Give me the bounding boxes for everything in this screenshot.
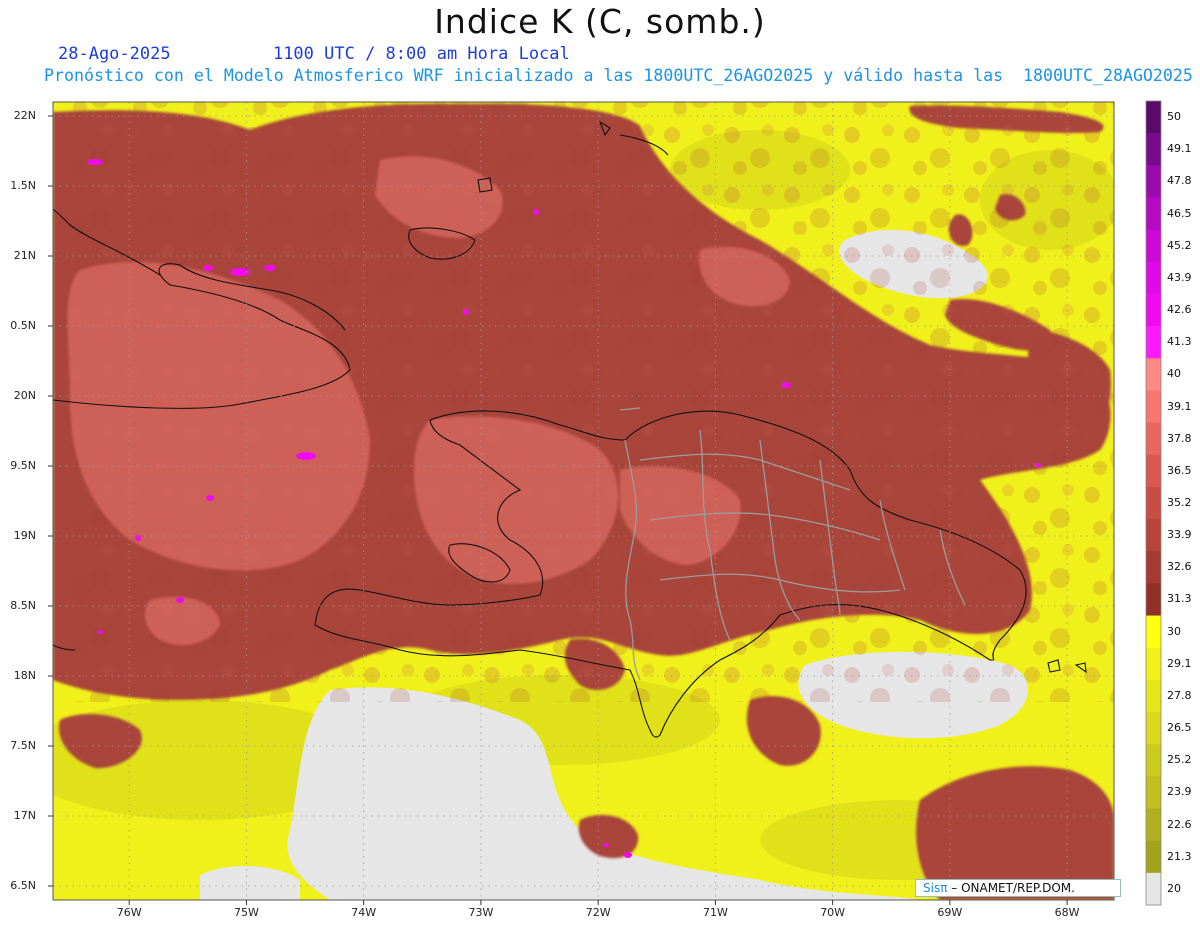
colorbar-swatch: [1146, 390, 1161, 424]
colorbar-label: 27.8: [1167, 688, 1192, 702]
lon-label: 69W: [937, 906, 963, 919]
lon-label: 71W: [702, 906, 728, 919]
colorbar-swatch: [1146, 551, 1161, 584]
lat-label: 1.5N: [10, 179, 36, 192]
colorbar-label: 33.9: [1167, 528, 1192, 542]
colorbar-swatch: [1146, 293, 1161, 327]
colorbar-label: 39.1: [1167, 399, 1192, 413]
lat-label: 17N: [13, 809, 36, 822]
colorbar-label: 31.3: [1167, 592, 1192, 606]
colorbar-swatch: [1146, 840, 1161, 874]
colorbar-label: 35.2: [1167, 496, 1192, 509]
colorbar-label: 49.1: [1167, 142, 1192, 156]
colorbar-label: 46.5: [1167, 206, 1192, 220]
colorbar-swatch: [1146, 133, 1161, 166]
colorbar-label: 21.3: [1167, 849, 1192, 863]
lon-label: 76W: [116, 906, 142, 919]
colorbar-swatch: [1146, 712, 1161, 745]
credit-badge: Sisπ – ONAMET/REP.DOM.: [915, 879, 1121, 897]
lat-label: 21N: [13, 249, 36, 262]
lon-label: 72W: [585, 906, 611, 919]
colorbar-swatch: [1146, 519, 1161, 552]
lon-label: 70W: [820, 906, 846, 919]
colorbar-label: 40: [1167, 367, 1181, 381]
colorbar-swatch: [1146, 808, 1161, 842]
colorbar-label: 37.8: [1167, 431, 1192, 445]
colorbar-swatch: [1146, 647, 1161, 681]
lon-label: 74W: [351, 906, 377, 919]
colorbar-swatch: [1146, 197, 1161, 231]
lat-label: 22N: [13, 109, 36, 122]
colorbar-swatch: [1146, 872, 1161, 906]
lat-label: 6.5N: [10, 879, 36, 892]
colorbar-swatch: [1146, 261, 1161, 295]
lon-label: 75W: [234, 906, 259, 919]
colorbar-swatch: [1146, 358, 1161, 391]
k-index-map: [48, 100, 1162, 906]
colorbar-label: 50: [1167, 110, 1181, 124]
lon-label: 68W: [1054, 906, 1080, 919]
lat-label: 18N: [13, 669, 36, 682]
colorbar-label: 45.2: [1167, 238, 1192, 252]
colorbar: [1145, 100, 1162, 906]
colorbar-label: 26.5: [1167, 721, 1192, 735]
colorbar-swatch: [1146, 744, 1161, 777]
colorbar-label: 25.2: [1167, 753, 1192, 767]
colorbar-label: 43.9: [1167, 270, 1192, 284]
colorbar-label: 42.6: [1167, 303, 1192, 317]
lon-label: 73W: [468, 906, 494, 919]
colorbar-swatch: [1146, 454, 1161, 488]
colorbar-label: 30: [1167, 624, 1181, 638]
lat-label: 9.5N: [10, 459, 36, 472]
colorbar-swatch: [1146, 229, 1161, 263]
colorbar-label: 47.8: [1167, 174, 1192, 188]
lat-label: 20N: [13, 389, 36, 402]
colorbar-label: 22.6: [1167, 817, 1192, 831]
lat-label: 8.5N: [10, 599, 36, 612]
colorbar-label: 36.5: [1167, 463, 1192, 477]
colorbar-swatch: [1146, 583, 1161, 617]
colorbar-swatch: [1146, 165, 1161, 198]
colorbar-swatch: [1146, 615, 1161, 649]
lat-label: 7.5N: [10, 739, 36, 752]
colorbar-label: 41.3: [1167, 335, 1192, 349]
colorbar-label: 20: [1167, 881, 1181, 895]
colorbar-swatch: [1146, 326, 1161, 359]
credit-text: – ONAMET/REP.DOM.: [947, 881, 1075, 895]
colorbar-swatch: [1146, 679, 1161, 713]
colorbar-swatch: [1146, 776, 1161, 810]
colorbar-label: 32.6: [1167, 560, 1192, 574]
colorbar-swatch: [1146, 422, 1161, 456]
colorbar-label: 29.1: [1167, 656, 1192, 670]
colorbar-swatch: [1146, 101, 1161, 134]
colorbar-swatch: [1146, 486, 1161, 520]
colorbar-label: 23.9: [1167, 785, 1192, 799]
credit-brand: Sisπ: [923, 881, 948, 895]
lat-label: 0.5N: [10, 319, 36, 332]
lat-label: 19N: [13, 529, 36, 542]
